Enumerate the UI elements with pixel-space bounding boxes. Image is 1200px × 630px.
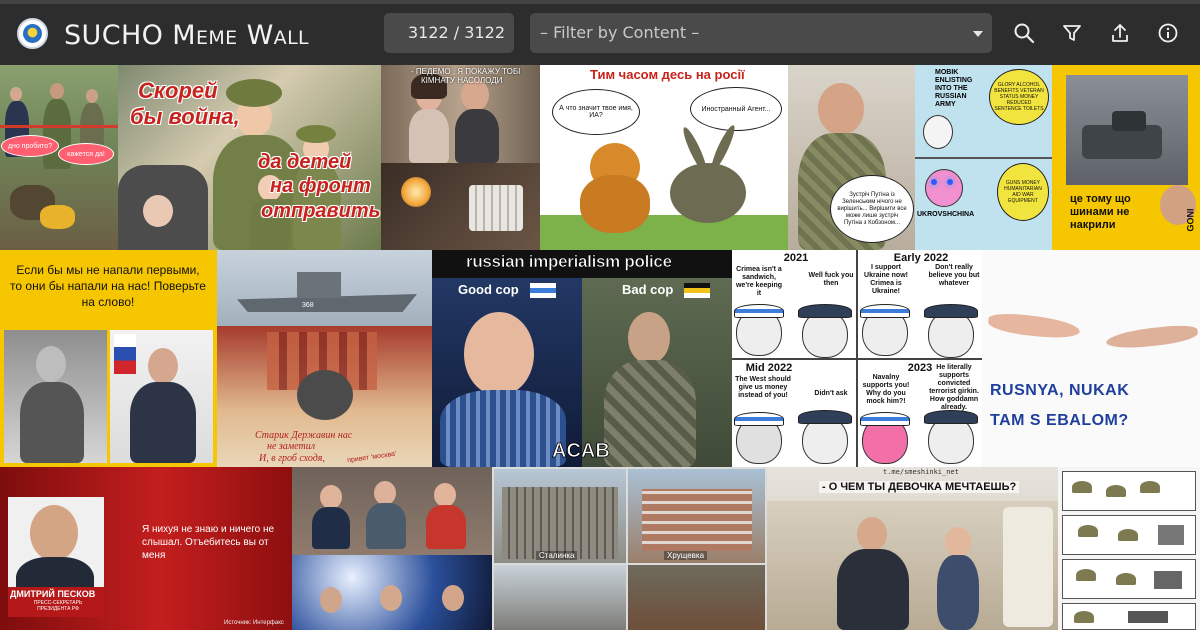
panel-text: The West should give us money instead of…: [735, 376, 791, 399]
info-button[interactable]: [1153, 16, 1183, 50]
meme-tile[interactable]: - ПЕДЕМО , Я ПОКАЖУ ТОБІ КІМНАТУ НАСОЛОД…: [381, 65, 540, 250]
meme-caption: бы война,: [130, 104, 240, 129]
share-button[interactable]: [1105, 16, 1135, 50]
search-button[interactable]: [1009, 16, 1039, 50]
panel-label: Bad cop: [622, 282, 674, 297]
source-tag: t.me/smeshinki_net: [883, 468, 959, 476]
meme-tile[interactable]: 2021 Crimea isn't a sandwich, we're keep…: [732, 250, 982, 467]
meme-caption: отправить: [261, 200, 381, 222]
content-filter-select[interactable]: – Filter by Content –: [530, 13, 992, 53]
meme-caption: це тому що шинами не накрили: [1070, 193, 1131, 231]
sucho-logo: [17, 18, 48, 49]
meme-caption: UKROVSHCHINA: [917, 211, 975, 218]
meme-tile[interactable]: дно пробито? кажется да!: [0, 65, 118, 250]
info-icon: [1158, 23, 1178, 43]
meme-caption: Скорей: [138, 78, 218, 103]
panel-text: Navalny supports you! Why do you mock hi…: [862, 374, 910, 405]
app-title: SUCHO Meme Wall: [64, 20, 310, 51]
speech-bubble: Зустріч Путіна із Зеленським нічого не в…: [830, 175, 914, 243]
source-credit: Источник: Интерфакс: [224, 620, 284, 626]
meme-tile[interactable]: [292, 467, 492, 630]
panel-text: Don't really believe you but whatever: [928, 264, 980, 287]
meme-caption: КІМНАТУ НАСОЛОДИ: [421, 76, 503, 85]
meme-caption: да детей: [258, 151, 352, 173]
filter-select-value: – Filter by Content –: [540, 23, 700, 42]
meme-caption: ACAB: [552, 440, 611, 463]
meme-tile[interactable]: Зустріч Путіна із Зеленським нічого не в…: [788, 65, 915, 250]
meme-tile[interactable]: 368 Старик Державин нас не заметил И, в …: [217, 250, 432, 467]
meme-tile[interactable]: MOBIK ENLISTING INTO THE RUSSIAN ARMY GL…: [915, 65, 1052, 250]
panel-year: Early 2022: [893, 252, 949, 264]
meme-caption: И, в гроб сходя,: [259, 453, 325, 464]
meme-tile[interactable]: Сталинка Хрущевка: [492, 467, 767, 630]
speech-bubble: Иностранный Агент...: [690, 87, 782, 131]
speech-bubble: А что значит твое имя, ИА?: [552, 89, 640, 135]
meme-tile[interactable]: RUSNYA, NUKAK TAM S EBALOM?: [982, 250, 1200, 467]
meme-caption: TAM S EBALOM?: [990, 412, 1129, 429]
funnel-icon: [1063, 25, 1081, 41]
meme-title: Тим часом десь на росії: [590, 67, 745, 82]
search-icon: [1014, 23, 1035, 44]
meme-caption: - О ЧЕМ ТЫ ДЕВОЧКА МЕЧТАЕШЬ?: [819, 481, 1020, 493]
meme-caption: не заметил: [267, 441, 316, 452]
meme-tile[interactable]: це тому що шинами не накрили GONI: [1052, 65, 1200, 250]
meme-tile[interactable]: ДМИТРИЙ ПЕСКОВ ПРЕСС-СЕКРЕТАРЬ ПРЕЗИДЕНТ…: [0, 467, 292, 630]
meme-caption: Если бы мы не напали первыми, то они бы …: [10, 263, 206, 309]
meme-tile[interactable]: Скорей бы война, да детей на фронт отпра…: [118, 65, 381, 250]
panel-text: Didn't ask: [814, 390, 848, 397]
photo-label: Хрущевка: [664, 551, 708, 560]
speech-bubble: дно пробито?: [1, 135, 59, 157]
watermark: GONI: [1185, 208, 1196, 232]
meme-caption: RUSNYA, NUKAK: [990, 382, 1130, 399]
meme-caption: на фронт: [270, 175, 371, 197]
panel-text: He literally supports convicted terroris…: [929, 364, 979, 411]
speech-bubble: GUNS MONEY HUMANITARIAN AID WAR EQUIPMEN…: [997, 163, 1049, 221]
meme-caption: - ПЕДЕМО , Я ПОКАЖУ ТОБІ: [411, 67, 521, 76]
ship-number: 368: [302, 302, 314, 309]
meme-tile[interactable]: [1058, 467, 1200, 630]
speech-bubble: кажется да!: [58, 143, 114, 165]
meme-tile[interactable]: Если бы мы не напали первыми, то они бы …: [0, 250, 217, 467]
filter-button[interactable]: [1057, 16, 1087, 50]
photo-label: Сталинка: [536, 551, 578, 560]
panel-label: Good cop: [458, 282, 519, 297]
speech-bubble: GLORY ALCOHOL BENEFITS VETERAN STATUS MO…: [989, 69, 1049, 125]
panel-year: 2021: [783, 252, 809, 264]
panel-text: I support Ukraine now! Crimea is Ukraine…: [864, 264, 908, 295]
top-bar: SUCHO Meme Wall 3122 / 3122 – Filter by …: [0, 0, 1200, 65]
meme-title: russian imperialism police: [466, 252, 673, 272]
meme-tile[interactable]: russian imperialism police Good cop Bad …: [432, 250, 732, 467]
upload-icon: [1112, 24, 1128, 42]
meme-tile[interactable]: Тим часом десь на росії А что значит тво…: [540, 65, 788, 250]
panel-text: Crimea isn't a sandwich, we're keeping i…: [735, 266, 783, 297]
panel-text: Well fuck you then: [808, 272, 854, 287]
person-role: ПРЕСС-СЕКРЕТАРЬ ПРЕЗИДЕНТА РФ: [33, 600, 83, 612]
meme-counter: 3122 / 3122: [384, 13, 514, 53]
chevron-down-icon: [973, 31, 983, 37]
meme-tile[interactable]: t.me/smeshinki_net - О ЧЕМ ТЫ ДЕВОЧКА МЕ…: [767, 467, 1058, 630]
meme-caption: Старик Державин нас: [255, 430, 353, 441]
meme-caption: MOBIK ENLISTING INTO THE RUSSIAN ARMY: [935, 69, 973, 108]
meme-caption: Я нихуя не знаю и ничего не слышал. Отъе…: [142, 524, 275, 561]
panel-year: Mid 2022: [745, 362, 793, 374]
person-name: ДМИТРИЙ ПЕСКОВ: [10, 589, 96, 599]
